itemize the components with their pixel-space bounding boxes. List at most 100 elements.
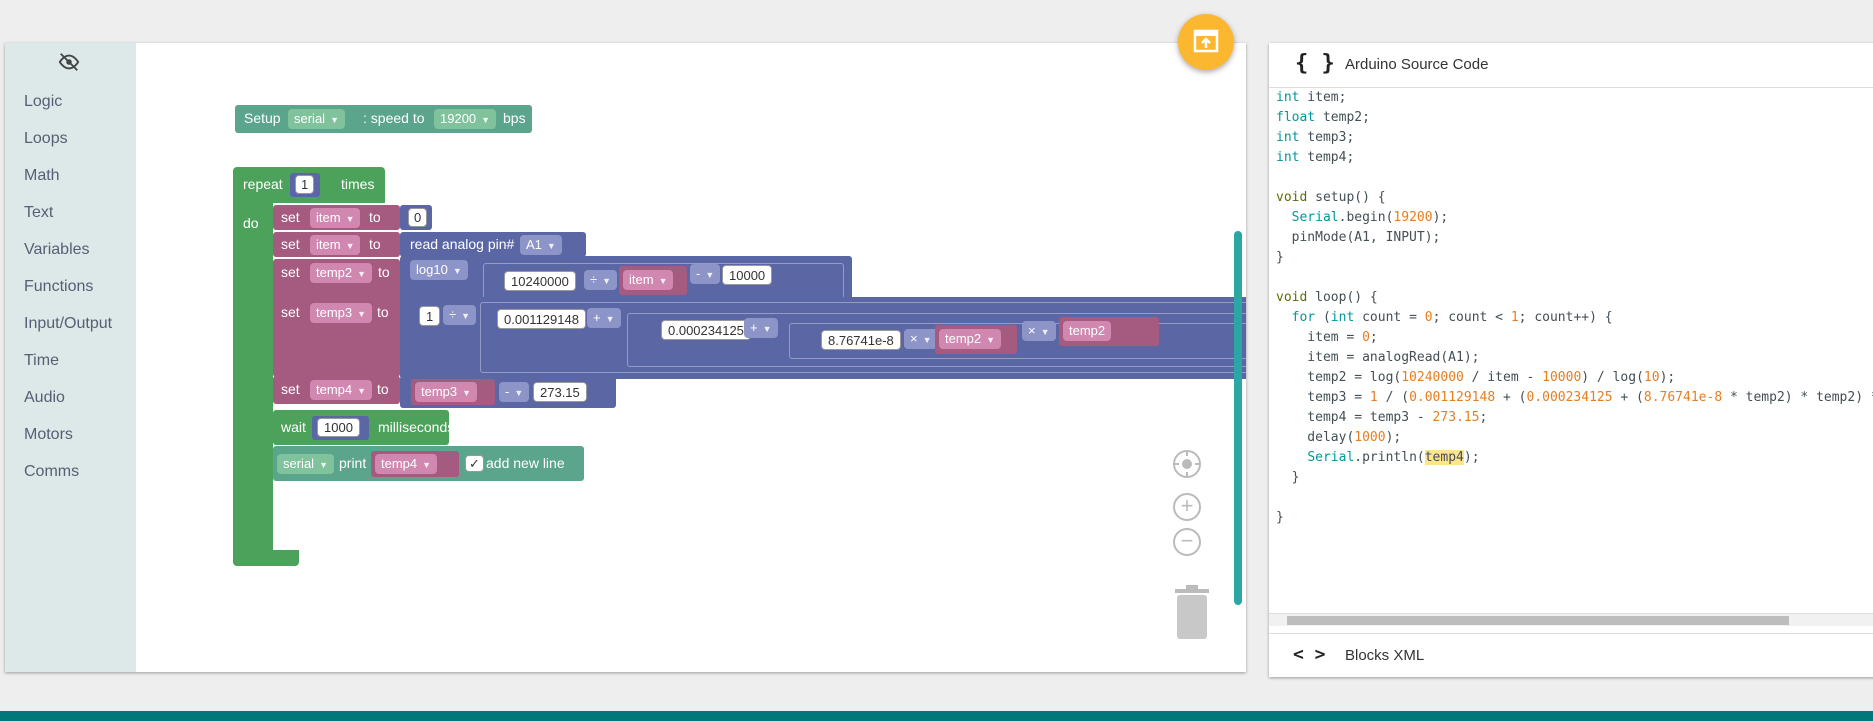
toolbox-category-functions[interactable]: Functions [5,268,136,305]
code-panel-title: Arduino Source Code [1345,56,1489,73]
toolbox-category-loops[interactable]: Loops [5,120,136,157]
toolbox-category-comms[interactable]: Comms [5,453,136,490]
code-brackets-icon: < > [1293,644,1326,665]
minus-operator-dropdown[interactable]: - ▼ [499,382,530,402]
toolbox-category-time[interactable]: Time [5,342,136,379]
code-horizontal-scrollbar-thumb[interactable] [1287,616,1789,625]
repeat-label: repeat [243,176,283,192]
speed-to-label: : speed to [363,110,425,126]
to-label: to [377,381,389,397]
variable-dropdown-temp2[interactable]: temp2 ▼ [939,329,1002,349]
number-field[interactable]: 8.76741e-8 [821,330,901,350]
repeat-footer [233,550,299,566]
plus-operator-dropdown[interactable]: + ▼ [587,308,621,328]
subtract-block[interactable]: temp3 ▼ - ▼ 273.15 [400,376,616,408]
number-field[interactable]: 1000 [317,418,360,437]
serial-port-dropdown[interactable]: serial ▼ [288,109,345,129]
zoom-out-icon[interactable]: − [1173,528,1201,556]
add-new-line-label: add new line [486,455,565,471]
newline-checkbox[interactable]: ✓ [465,455,484,472]
minus-operator-dropdown[interactable]: - ▼ [690,264,721,284]
set-label: set [281,209,300,225]
wait-label: wait [281,419,306,435]
variable-dropdown-item[interactable]: item ▼ [310,235,361,255]
toolbox-category-motors[interactable]: Motors [5,416,136,453]
to-label: to [377,304,389,320]
code-panel-header[interactable]: { } Arduino Source Code [1269,43,1873,88]
read-analog-block[interactable]: read analog pin# A1 ▼ [400,232,586,257]
math-function-dropdown[interactable]: log10 ▼ [410,260,468,280]
set-item-zero-block[interactable]: set item ▼ to [273,205,400,230]
set-temp4-block[interactable]: set temp4 ▼ to [273,376,400,404]
bps-label: bps [503,110,526,126]
toolbox-category-list: Logic Loops Math Text Variables Function… [5,83,136,490]
upload-icon [1193,29,1219,53]
workspace-vertical-scrollbar[interactable] [1234,231,1242,605]
do-label: do [243,215,259,231]
analog-pin-dropdown[interactable]: A1 ▼ [520,235,562,255]
toolbox-category-input-output[interactable]: Input/Output [5,305,136,342]
blocks-xml-header[interactable]: < > Blocks XML [1269,633,1873,678]
serial-print-block[interactable]: serial ▼ print temp4 ▼ ✓ add new line [273,446,584,481]
arduino-source-code[interactable]: int item; float temp2; int temp3; int te… [1276,88,1873,528]
recenter-icon[interactable] [1173,450,1201,478]
number-field[interactable]: 10000 [722,265,773,285]
number-field[interactable]: 0 [408,208,428,227]
setup-serial-block[interactable]: Setup serial ▼ : speed to 19200 ▼ bps [235,105,532,133]
to-label: to [369,209,381,225]
variable-dropdown-temp2[interactable]: temp2 [1063,321,1112,341]
open-sketch-button[interactable] [1178,14,1234,70]
toolbox-category-math[interactable]: Math [5,157,136,194]
number-field[interactable]: 10240000 [504,271,576,291]
number-block-zero[interactable]: 0 [400,205,432,230]
read-analog-label: read analog pin# [410,236,515,252]
divide-operator-dropdown[interactable]: ÷ ▼ [584,270,618,290]
toolbox-category-audio[interactable]: Audio [5,379,136,416]
setup-label: Setup [244,110,281,126]
divide-operator-dropdown[interactable]: ÷ ▼ [443,305,477,325]
plus-operator-dropdown[interactable]: + ▼ [744,318,778,338]
repeat-block[interactable]: repeat 1 times [233,167,385,203]
variable-dropdown-item[interactable]: item ▼ [623,270,674,290]
number-field[interactable]: 0.000234125 [661,320,751,340]
variable-dropdown-temp2[interactable]: temp2 ▼ [310,263,373,283]
block-canvas[interactable]: Setup serial ▼ : speed to 19200 ▼ bps repe… [136,43,1246,672]
number-field[interactable]: 273.15 [533,382,587,402]
toolbox-category-logic[interactable]: Logic [5,83,136,120]
variable-dropdown-temp4[interactable]: temp4 ▼ [375,454,438,474]
multiply-operator-dropdown[interactable]: × ▼ [1022,321,1056,341]
variable-dropdown-temp3[interactable]: temp3 ▼ [415,382,478,402]
toolbox-category-variables[interactable]: Variables [5,231,136,268]
zoom-in-icon[interactable]: + [1173,493,1201,521]
trash-icon[interactable] [1173,585,1211,641]
multiply-operator-dropdown[interactable]: × ▼ [904,329,938,349]
braces-icon: { } [1295,51,1335,76]
variable-dropdown-item[interactable]: item ▼ [310,208,361,228]
toolbox: Logic Loops Math Text Variables Function… [5,43,136,672]
set-item-read-block[interactable]: set item ▼ to [273,232,400,257]
variable-dropdown-temp4[interactable]: temp4 ▼ [310,380,373,400]
to-label: to [369,236,381,252]
times-label: times [341,176,375,192]
variable-dropdown-temp3[interactable]: temp3 ▼ [310,303,373,323]
repeat-do-arm: do [233,203,273,561]
set-temp3-block[interactable]: set temp3 ▼ to [273,299,400,377]
print-label: print [339,455,367,471]
number-field[interactable]: 1 [419,306,441,326]
eye-off-icon[interactable] [57,51,81,73]
wait-block[interactable]: wait 1000 milliseconds [273,410,454,445]
set-label: set [281,236,300,252]
serial-port-dropdown[interactable]: serial ▼ [277,454,334,474]
bottom-bar [0,711,1873,721]
set-label: set [281,264,300,280]
toolbox-category-text[interactable]: Text [5,194,136,231]
blocks-xml-title: Blocks XML [1345,647,1425,664]
blockly-workspace[interactable]: Logic Loops Math Text Variables Function… [5,43,1246,672]
baud-rate-dropdown[interactable]: 19200 ▼ [434,109,497,129]
temp3-expression-block[interactable]: 1 ÷ ▼ 0.001129148 + ▼ 0.000234125 + ▼ 8.767… [400,297,1246,379]
number-field[interactable]: 0.001129148 [497,309,586,329]
code-panel: { } Arduino Source Code int item; float … [1269,43,1873,677]
repeat-count-field[interactable]: 1 [295,175,315,194]
set-label: set [281,304,300,320]
set-label: set [281,381,300,397]
